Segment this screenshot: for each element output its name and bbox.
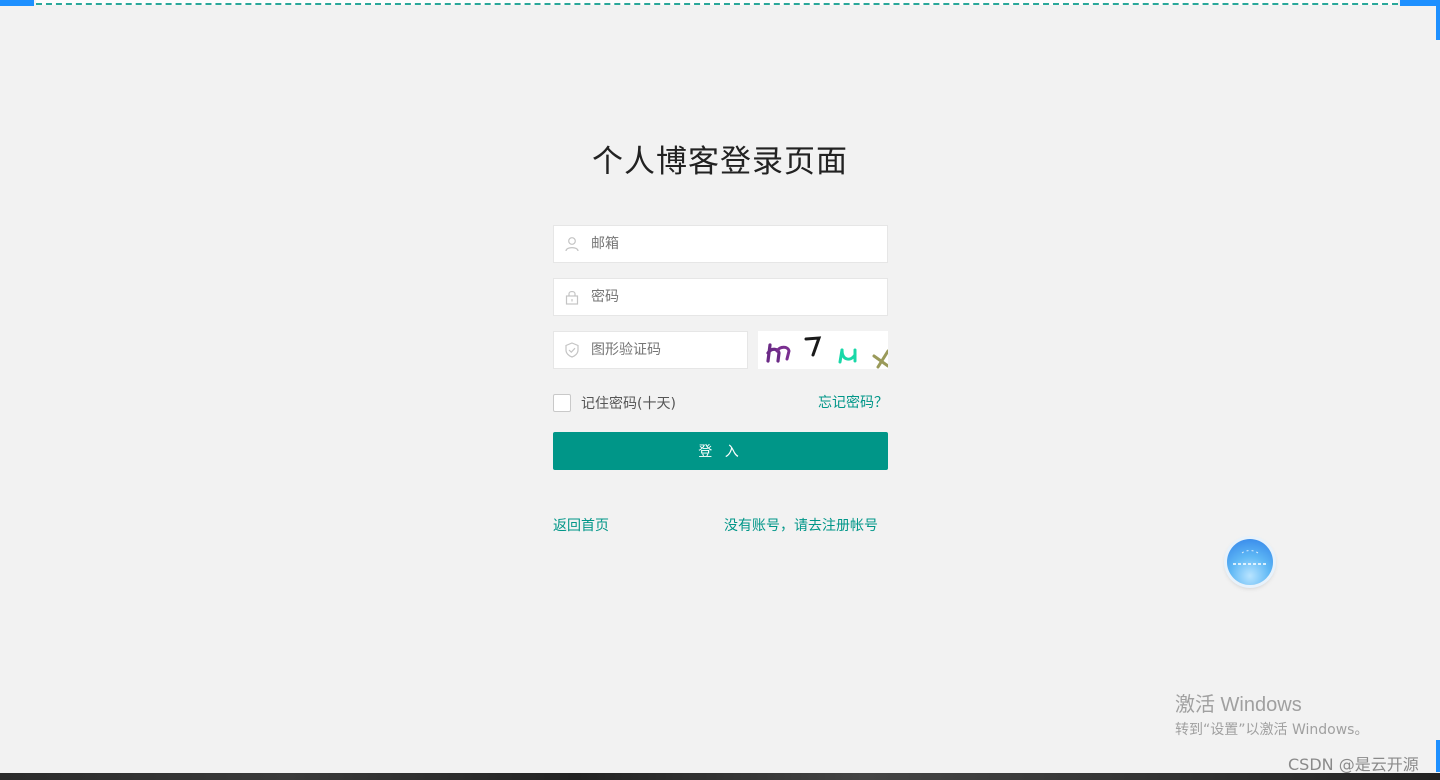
windows-activation-title: 激活 Windows xyxy=(1175,694,1302,716)
assistant-icon xyxy=(1233,549,1267,565)
user-icon xyxy=(564,236,580,252)
window-edge xyxy=(1436,6,1440,40)
captcha-input[interactable] xyxy=(591,332,741,368)
remember-checkbox[interactable] xyxy=(553,394,571,412)
email-field[interactable] xyxy=(553,225,888,263)
captcha-image[interactable] xyxy=(758,331,888,369)
back-home-link[interactable]: 返回首页 xyxy=(553,515,609,535)
window-edge xyxy=(1400,0,1440,6)
email-input[interactable] xyxy=(591,226,871,262)
shield-check-icon xyxy=(564,342,580,358)
captcha-field[interactable] xyxy=(553,331,748,369)
login-button[interactable]: 登 入 xyxy=(553,432,888,470)
register-link[interactable]: 没有账号，请去注册帐号 xyxy=(724,515,878,535)
password-input[interactable] xyxy=(591,279,871,315)
floating-assistant-button[interactable] xyxy=(1227,539,1273,585)
lock-icon xyxy=(564,289,580,305)
forgot-password-link[interactable]: 忘记密码？ xyxy=(818,392,888,412)
page-background xyxy=(0,0,1440,773)
window-edge xyxy=(0,0,34,6)
remember-password[interactable]: 记住密码(十天) xyxy=(553,393,676,413)
page-title: 个人博客登录页面 xyxy=(592,144,848,180)
windows-activation-subtitle: 转到“设置”以激活 Windows。 xyxy=(1175,722,1369,738)
taskbar-strip xyxy=(0,773,1440,780)
password-field[interactable] xyxy=(553,278,888,316)
top-dashed-border xyxy=(36,0,1398,5)
window-edge xyxy=(1436,740,1440,772)
windows-activation-notice: 激活 Windows 转到“设置”以激活 Windows。 xyxy=(1175,688,1368,739)
watermark: CSDN @是云开源 xyxy=(1288,755,1419,774)
remember-label: 记住密码(十天) xyxy=(581,396,676,412)
